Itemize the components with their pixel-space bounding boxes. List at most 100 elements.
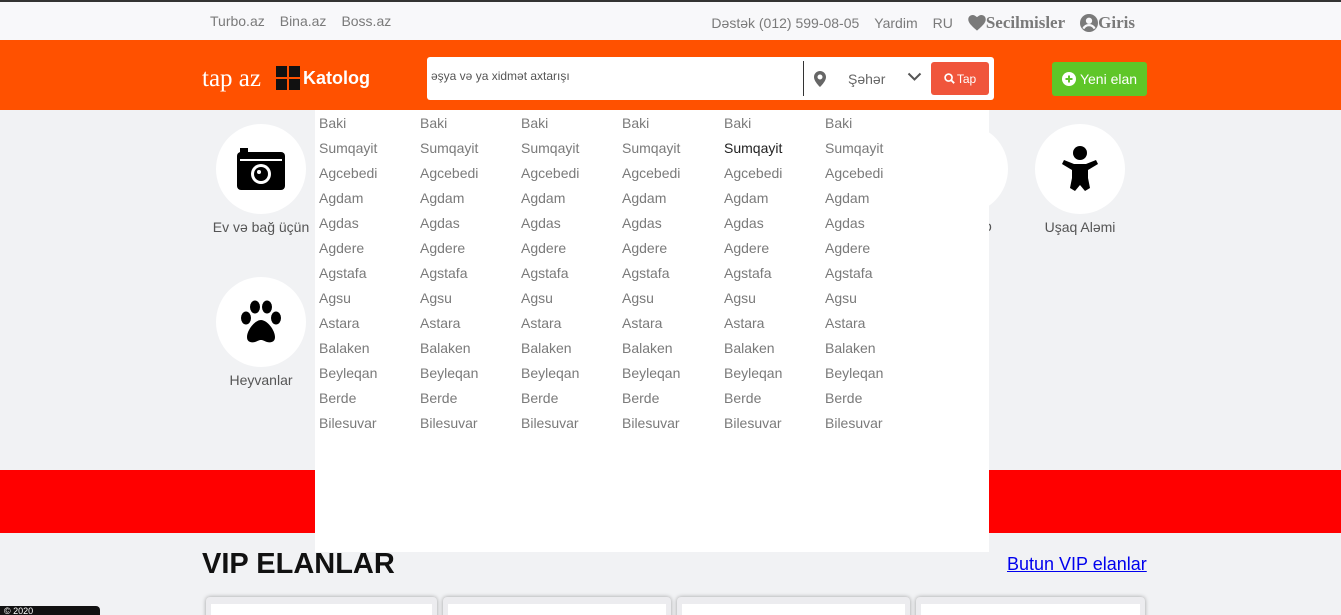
city-option[interactable]: Astara: [724, 315, 782, 340]
city-option[interactable]: Agstafa: [420, 265, 478, 290]
city-option[interactable]: Beyleqan: [319, 365, 377, 390]
city-option[interactable]: Bilesuvar: [521, 415, 579, 440]
category-kids[interactable]: Uşaq Aləmi: [1025, 124, 1135, 235]
city-option[interactable]: Agdas: [420, 215, 478, 240]
city-option[interactable]: Agcebedi: [825, 165, 883, 190]
city-option[interactable]: Agdas: [724, 215, 782, 240]
support-phone[interactable]: Dəstək (012) 599-08-05: [711, 15, 859, 31]
category-pets[interactable]: Heyvanlar: [206, 277, 316, 388]
city-option[interactable]: Agdam: [825, 190, 883, 215]
city-option[interactable]: Agsu: [622, 290, 680, 315]
chevron-down-icon[interactable]: [907, 72, 922, 82]
favorites-link[interactable]: Secilmisler: [968, 13, 1065, 33]
city-option[interactable]: Agcebedi: [622, 165, 680, 190]
city-option[interactable]: Agcebedi: [521, 165, 579, 190]
language-switch[interactable]: RU: [933, 15, 953, 31]
city-option[interactable]: Sumqayit: [521, 140, 579, 165]
city-option[interactable]: Astara: [622, 315, 680, 340]
link-boss[interactable]: Boss.az: [341, 13, 391, 29]
city-option[interactable]: Agstafa: [825, 265, 883, 290]
city-option[interactable]: Agdere: [724, 240, 782, 265]
city-option[interactable]: Balaken: [724, 340, 782, 365]
city-option[interactable]: Baki: [622, 115, 680, 140]
city-option[interactable]: Agdam: [622, 190, 680, 215]
city-option[interactable]: Berde: [825, 390, 883, 415]
city-option[interactable]: Berde: [420, 390, 478, 415]
city-option[interactable]: Balaken: [319, 340, 377, 365]
city-option[interactable]: Astara: [319, 315, 377, 340]
city-option[interactable]: Agsu: [420, 290, 478, 315]
site-logo[interactable]: tap az: [202, 65, 261, 93]
new-ad-button[interactable]: Yeni elan: [1052, 62, 1147, 96]
city-option[interactable]: Beyleqan: [420, 365, 478, 390]
search-button[interactable]: Tap: [931, 62, 989, 95]
city-select[interactable]: Şəhər: [848, 71, 885, 87]
city-option[interactable]: Bilesuvar: [622, 415, 680, 440]
city-option[interactable]: Bilesuvar: [319, 415, 377, 440]
city-option[interactable]: Sumqayit: [622, 140, 680, 165]
category-home[interactable]: Ev və bağ üçün: [206, 124, 316, 235]
city-option[interactable]: Agdam: [420, 190, 478, 215]
city-option[interactable]: Baki: [825, 115, 883, 140]
city-option[interactable]: Agdere: [521, 240, 579, 265]
city-option[interactable]: Beyleqan: [622, 365, 680, 390]
city-option[interactable]: Balaken: [622, 340, 680, 365]
search-input[interactable]: əşya və ya xidmət axtarışı: [431, 69, 570, 83]
city-option[interactable]: Agstafa: [319, 265, 377, 290]
city-option[interactable]: Agdam: [724, 190, 782, 215]
city-option[interactable]: Bilesuvar: [420, 415, 478, 440]
city-option[interactable]: Agdas: [319, 215, 377, 240]
city-option[interactable]: Agsu: [521, 290, 579, 315]
city-option[interactable]: Balaken: [521, 340, 579, 365]
city-option[interactable]: Berde: [319, 390, 377, 415]
vip-card[interactable]: [443, 597, 671, 615]
city-option[interactable]: Astara: [825, 315, 883, 340]
link-turbo[interactable]: Turbo.az: [210, 13, 265, 29]
city-option[interactable]: Agdere: [319, 240, 377, 265]
city-option[interactable]: Bilesuvar: [825, 415, 883, 440]
city-option[interactable]: Baki: [724, 115, 782, 140]
vip-card[interactable]: [916, 597, 1145, 615]
vip-all-link[interactable]: Butun VIP elanlar: [1007, 554, 1147, 575]
city-option[interactable]: Berde: [521, 390, 579, 415]
city-option[interactable]: Agcebedi: [420, 165, 478, 190]
city-option[interactable]: Baki: [319, 115, 377, 140]
link-bina[interactable]: Bina.az: [280, 13, 327, 29]
city-option[interactable]: Berde: [622, 390, 680, 415]
city-option[interactable]: Agdere: [420, 240, 478, 265]
city-option[interactable]: Agdas: [825, 215, 883, 240]
city-option[interactable]: Agdere: [825, 240, 883, 265]
city-option[interactable]: Beyleqan: [825, 365, 883, 390]
login-link[interactable]: Giris: [1080, 13, 1135, 33]
vip-card[interactable]: [206, 597, 437, 615]
city-option[interactable]: Beyleqan: [724, 365, 782, 390]
city-option[interactable]: Sumqayit: [319, 140, 377, 165]
city-option[interactable]: Astara: [521, 315, 579, 340]
city-option[interactable]: Beyleqan: [521, 365, 579, 390]
city-option[interactable]: Agstafa: [724, 265, 782, 290]
vip-card[interactable]: [677, 597, 910, 615]
city-option[interactable]: Baki: [521, 115, 579, 140]
city-option[interactable]: Baki: [420, 115, 478, 140]
city-option[interactable]: Agcebedi: [724, 165, 782, 190]
city-option[interactable]: Agstafa: [622, 265, 680, 290]
city-option[interactable]: Bilesuvar: [724, 415, 782, 440]
city-option[interactable]: Agcebedi: [319, 165, 377, 190]
city-option[interactable]: Astara: [420, 315, 478, 340]
city-option[interactable]: Agdas: [622, 215, 680, 240]
city-option[interactable]: Agdam: [319, 190, 377, 215]
city-option[interactable]: Sumqayit: [724, 140, 782, 165]
city-option[interactable]: Sumqayit: [420, 140, 478, 165]
city-option[interactable]: Agdam: [521, 190, 579, 215]
catalog-button[interactable]: Katolog: [276, 66, 370, 90]
city-option[interactable]: Agstafa: [521, 265, 579, 290]
city-option[interactable]: Balaken: [825, 340, 883, 365]
city-option[interactable]: Berde: [724, 390, 782, 415]
city-option[interactable]: Agdas: [521, 215, 579, 240]
city-option[interactable]: Agsu: [724, 290, 782, 315]
city-option[interactable]: Agdere: [622, 240, 680, 265]
city-option[interactable]: Balaken: [420, 340, 478, 365]
help-link[interactable]: Yardim: [874, 15, 917, 31]
city-option[interactable]: Agsu: [319, 290, 377, 315]
city-option[interactable]: Sumqayit: [825, 140, 883, 165]
